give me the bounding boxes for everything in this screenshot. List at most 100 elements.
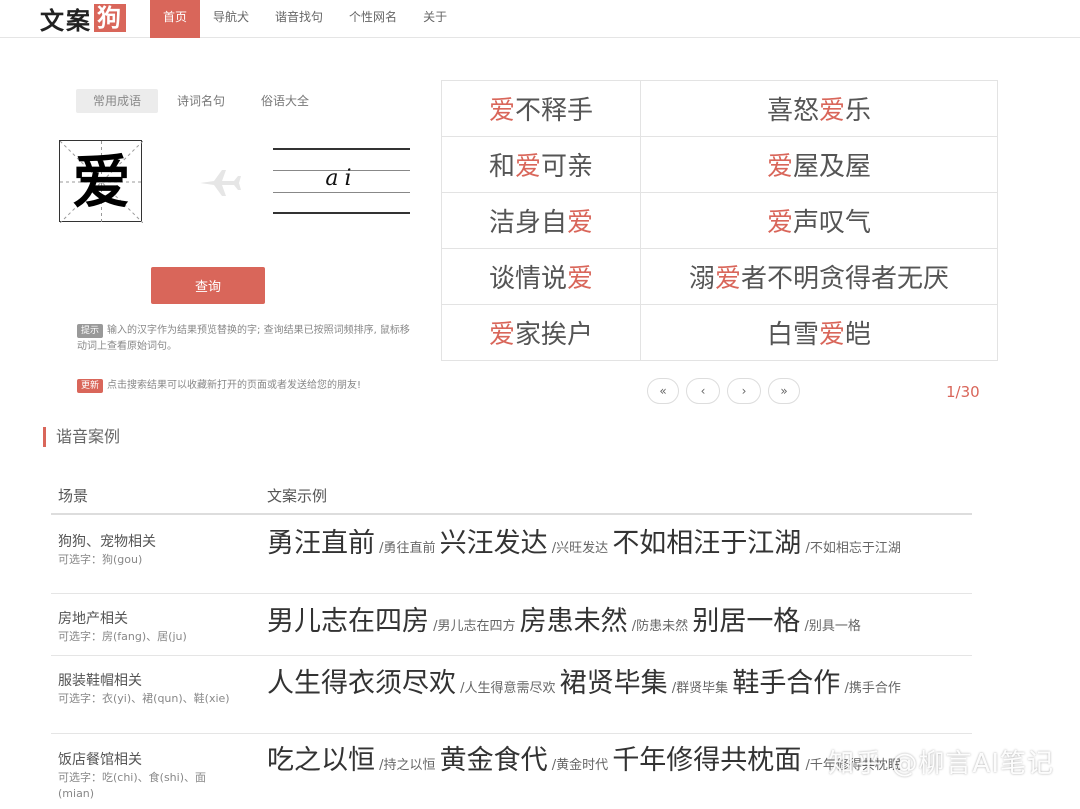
char-input-box[interactable]: 爱: [59, 140, 143, 223]
case-section-title: 谐音案例: [43, 427, 120, 447]
example-text: 黄金: [439, 745, 494, 776]
page-count: 1/30: [946, 383, 980, 401]
example-text: 勇: [267, 528, 294, 559]
pun-char: 汪: [294, 528, 321, 559]
case-row-clothing: 服装鞋帽相关 可选字：衣(yi)、裙(qun)、鞋(xie) 人生得衣须尽欢 /…: [51, 656, 972, 734]
case-table-header: 场景 文案示例: [51, 485, 972, 515]
pun-char: 房: [519, 606, 547, 637]
cell-text: 声叹气: [793, 208, 872, 238]
pinyin-display: ai: [273, 148, 410, 216]
pagination: « ‹ › »: [647, 378, 807, 404]
example-text: 患未然: [546, 606, 628, 637]
cell-text: 谈情说: [488, 264, 567, 294]
col-scene-header: 场景: [58, 487, 89, 505]
example-text: 人生得: [267, 668, 348, 699]
pun-char: 房: [402, 606, 429, 637]
next-page-button[interactable]: ›: [727, 378, 761, 404]
pun-char: 居: [719, 606, 747, 637]
prev-page-button[interactable]: ‹: [686, 378, 720, 404]
example-text: 代: [520, 745, 548, 776]
nav-homophone-search[interactable]: 谐音找句: [262, 0, 336, 38]
update-note: 更新 点击搜索结果可以收藏新打开的页面或者发送给您的朋友!: [77, 378, 412, 394]
result-row: 爱家挨户 白雪爱皑: [441, 304, 998, 361]
result-cell[interactable]: 白雪爱皑: [640, 304, 998, 361]
result-cell[interactable]: 谈情说爱: [441, 248, 641, 305]
result-cell[interactable]: 和爱可亲: [441, 136, 641, 193]
original-phrase: /别具一格: [800, 619, 861, 634]
site-logo[interactable]: 文案狗: [40, 2, 126, 35]
case-examples: 男儿志在四房 /男儿志在四方 房患未然 /防患未然 别居一格 /别具一格: [267, 607, 967, 641]
nav-home[interactable]: 首页: [150, 0, 201, 38]
case-examples: 勇汪直前 /勇往直前 兴汪发达 /兴旺发达 不如相汪于江湖 /不如相忘于江湖: [267, 529, 967, 563]
case-examples: 人生得衣须尽欢 /人生得意需尽欢 裙贤毕集 /群贤毕集 鞋手合作 /携手合作: [267, 669, 967, 703]
case-scene: 狗狗、宠物相关 可选字：狗(gou): [58, 532, 258, 568]
pun-char: 食: [493, 745, 521, 776]
highlight-char: 爱: [766, 208, 793, 238]
logo-text: 文案: [40, 5, 92, 35]
scene-options: 可选字：衣(yi)、裙(qun)、鞋(xie): [58, 692, 230, 705]
result-row: 谈情说爱 溺爱者不明贪得者无厌: [441, 248, 998, 305]
tab-poems[interactable]: 诗词名句: [160, 89, 242, 113]
original-phrase: /黄金时代: [547, 758, 613, 773]
pinyin-line-top: [273, 148, 410, 150]
case-row-pets: 狗狗、宠物相关 可选字：狗(gou) 勇汪直前 /勇往直前 兴汪发达 /兴旺发达…: [51, 516, 972, 594]
example-text: 之以恒: [294, 745, 375, 776]
nav-guide[interactable]: 导航犬: [200, 0, 262, 38]
original-phrase: /人生得意需尽欢: [456, 681, 560, 696]
example-text: 手合作: [759, 668, 841, 699]
original-phrase: /持之以恒: [375, 758, 440, 773]
tip-note: 提示 输入的汉字作为结果预览替换的字; 查询结果已按照词频排序, 鼠标移动词上查看…: [77, 323, 412, 355]
result-cell[interactable]: 爱屋及屋: [640, 136, 998, 193]
example-text: 须尽欢: [375, 668, 456, 699]
pun-char: 鞋: [732, 668, 760, 699]
example-text: 贤毕集: [586, 668, 668, 699]
highlight-char: 爱: [766, 152, 793, 182]
original-phrase: /防患未然: [627, 619, 693, 634]
scene-name: 狗狗、宠物相关: [58, 534, 156, 550]
update-badge: 更新: [77, 379, 104, 393]
first-page-button[interactable]: «: [647, 378, 679, 404]
main-nav: 首页 导航犬 谐音找句 个性网名 关于: [150, 0, 460, 38]
result-cell[interactable]: 爱不释手: [441, 80, 641, 137]
zhihu-watermark: 知乎 @柳言AI笔记: [828, 749, 1054, 779]
highlight-char: 爱: [514, 152, 541, 182]
pun-char: 裙: [559, 668, 587, 699]
cell-text: 和: [488, 152, 515, 182]
result-cell[interactable]: 爱家挨户: [441, 304, 641, 361]
pun-char: 汪: [693, 528, 721, 559]
category-tabs: 常用成语 诗词名句 俗语大全: [76, 89, 328, 113]
pinyin-text: ai: [325, 166, 358, 191]
result-cell[interactable]: 洁身自爱: [441, 192, 641, 249]
pinyin-line-bottom: [273, 212, 410, 214]
result-cell[interactable]: 溺爱者不明贪得者无厌: [640, 248, 998, 305]
cell-text: 洁身自: [488, 208, 567, 238]
example-text: 一格: [746, 606, 801, 637]
original-phrase: /群贤毕集: [667, 681, 733, 696]
highlight-char: 爱: [567, 208, 594, 238]
result-row: 爱不释手 喜怒爱乐: [441, 80, 998, 137]
pun-char: 汪: [466, 528, 494, 559]
result-cell[interactable]: 爱声叹气: [640, 192, 998, 249]
example-text: 直前: [321, 528, 375, 559]
scene-options: 可选字：狗(gou): [58, 553, 143, 566]
example-text: 兴: [439, 528, 467, 559]
original-phrase: /携手合作: [840, 681, 901, 696]
nav-about[interactable]: 关于: [410, 0, 460, 38]
example-text: 男儿志在四: [267, 606, 402, 637]
example-text: 千年修得共枕: [612, 745, 775, 776]
update-text: 点击搜索结果可以收藏新打开的页面或者发送给您的朋友!: [107, 380, 362, 391]
cell-text: 乐: [845, 96, 872, 126]
cell-text: 白雪: [766, 320, 819, 350]
tab-common-idioms[interactable]: 常用成语: [76, 89, 159, 113]
tab-proverbs[interactable]: 俗语大全: [244, 89, 326, 113]
result-cell[interactable]: 喜怒爱乐: [640, 80, 998, 137]
example-text: 别: [692, 606, 720, 637]
result-grid: 爱不释手 喜怒爱乐 和爱可亲 爱屋及屋 洁身自爱 爱声叹气 谈情说爱 溺爱者不明贪得者无厌 爱家…: [441, 80, 998, 361]
cell-text: 屋及屋: [793, 152, 872, 182]
query-button[interactable]: 查询: [151, 267, 265, 304]
col-example-header: 文案示例: [267, 487, 328, 505]
last-page-button[interactable]: »: [768, 378, 800, 404]
nav-nicknames[interactable]: 个性网名: [336, 0, 410, 38]
cell-text: 不释手: [515, 96, 594, 126]
cell-text: 者不明贪得者无厌: [741, 264, 950, 294]
